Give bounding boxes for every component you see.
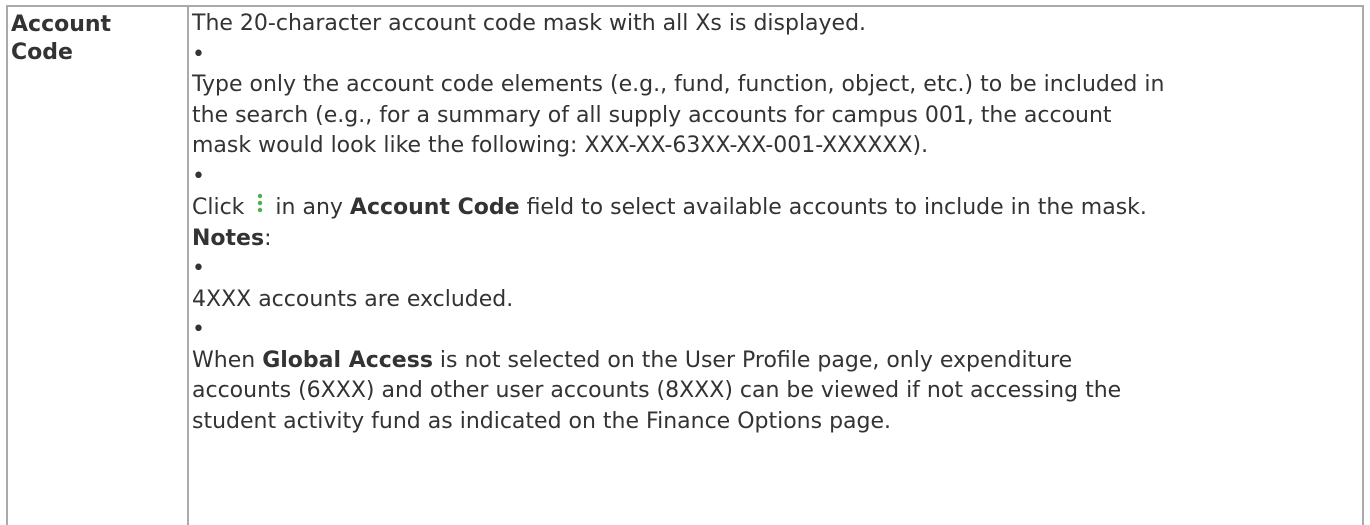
bullet-4: • xyxy=(192,317,205,342)
term-line-2: Code xyxy=(11,40,73,65)
click-prefix: Click xyxy=(192,195,245,220)
bullet-3: • xyxy=(192,256,205,281)
global-access-label: Global Access xyxy=(262,347,433,373)
term-line-1: Account xyxy=(11,12,112,37)
global-prefix: When xyxy=(192,347,256,373)
account-code-label: Account Code xyxy=(349,195,520,220)
exclusion-note: 4XXX accounts are excluded. xyxy=(192,286,514,312)
account-code-table: Account Code The 20-character account co… xyxy=(6,5,1364,525)
click-suffix: field to select available accounts to in… xyxy=(526,195,1147,220)
global-access-line-3: student activity fund as indicated on th… xyxy=(192,408,892,434)
bullet-1: • xyxy=(192,41,205,67)
bullet-2: • xyxy=(192,163,205,189)
description-cell: The 20-character account code mask with … xyxy=(189,7,1362,525)
notes-label: Notes xyxy=(192,225,265,251)
notes-heading: Notes: xyxy=(192,224,1354,255)
vertical-dots-icon xyxy=(251,192,269,216)
intro-text: The 20-character account code mask with … xyxy=(192,11,867,36)
type-line-2: the search (e.g., for a summary of all s… xyxy=(192,102,1112,128)
type-line-3: mask would look like the following: XXX-… xyxy=(192,133,929,158)
term-cell: Account Code xyxy=(8,7,189,525)
global-access-line-1: When Global Access is not selected on th… xyxy=(192,346,1354,377)
global-access-line-2: accounts (6XXX) and other user accounts … xyxy=(192,378,1122,403)
global-line-1-suffix: is not selected on the User Profile page… xyxy=(439,347,1073,373)
click-line: Click in any Account Code field to selec… xyxy=(192,192,1354,224)
click-middle: in any xyxy=(275,195,343,220)
notes-colon: : xyxy=(264,225,272,251)
type-line-1: Type only the account code elements (e.g… xyxy=(192,72,1165,97)
